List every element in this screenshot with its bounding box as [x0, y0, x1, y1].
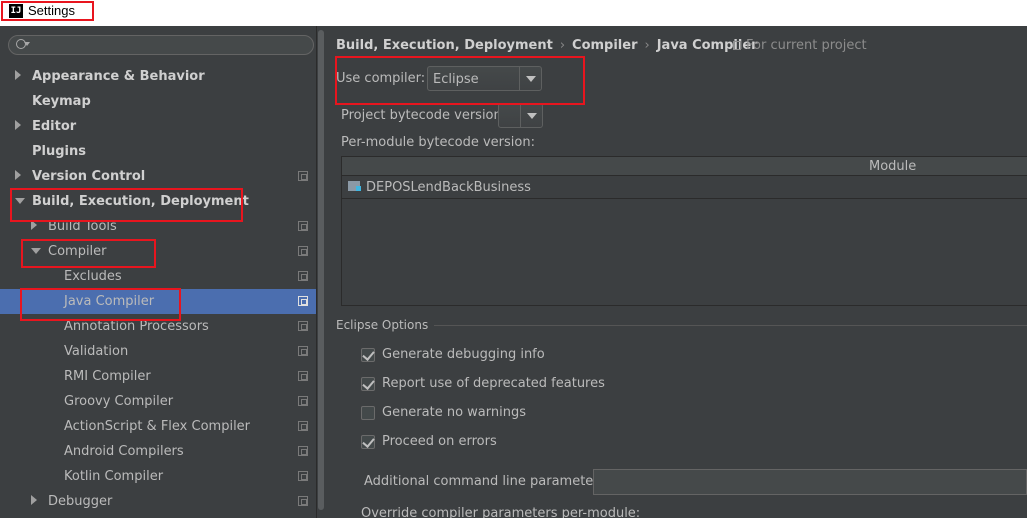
- expand-arrow-right-icon[interactable]: [31, 495, 37, 505]
- project-scope-icon: [733, 41, 741, 50]
- checkbox[interactable]: [361, 377, 375, 391]
- sidebar-item-label: Android Compilers: [64, 444, 184, 459]
- additional-params-label: Additional command line parameters:: [364, 474, 610, 489]
- sidebar-item-label: Groovy Compiler: [64, 394, 174, 409]
- sidebar-item[interactable]: Java Compiler: [0, 289, 316, 314]
- project-scope-icon: [298, 396, 308, 406]
- checkbox-label[interactable]: Report use of deprecated features: [382, 376, 605, 391]
- column-header-module[interactable]: Module: [869, 159, 916, 174]
- sidebar-item[interactable]: Compiler: [0, 239, 316, 264]
- sidebar-item[interactable]: Annotation Processors: [0, 314, 316, 339]
- checkbox[interactable]: [361, 435, 375, 449]
- sidebar-item[interactable]: Excludes: [0, 264, 316, 289]
- additional-params-input[interactable]: [593, 469, 1027, 495]
- search-input[interactable]: [8, 35, 314, 55]
- sidebar-item-label: Appearance & Behavior: [32, 69, 205, 84]
- section-divider: [336, 325, 1027, 326]
- sidebar-item-label: Validation: [64, 344, 129, 359]
- sidebar-item-label: Keymap: [32, 94, 91, 109]
- use-compiler-label: Use compiler:: [336, 71, 426, 86]
- search-icon: [16, 39, 30, 49]
- checkbox[interactable]: [361, 406, 375, 420]
- chevron-down-icon[interactable]: [520, 104, 542, 127]
- project-scope-icon: [298, 171, 308, 181]
- project-scope-icon: [298, 346, 308, 356]
- table-header: Module: [342, 157, 1027, 176]
- window-title: Settings: [28, 3, 75, 18]
- per-module-label: Per-module bytecode version:: [341, 135, 535, 150]
- settings-content: Build, Execution, Deployment › Compiler › Ja…: [327, 26, 1027, 518]
- scope-text: For current project: [746, 38, 867, 53]
- override-params-label: Override compiler parameters per-module:: [361, 506, 641, 518]
- project-scope-icon: [298, 221, 308, 231]
- checkbox-label[interactable]: Generate no warnings: [382, 405, 526, 420]
- use-compiler-select[interactable]: Eclipse: [427, 66, 542, 91]
- chevron-down-icon[interactable]: [519, 67, 541, 90]
- use-compiler-value: Eclipse: [433, 72, 479, 87]
- sidebar-scrollbar-thumb[interactable]: [318, 30, 324, 510]
- checkbox-label[interactable]: Proceed on errors: [382, 434, 497, 449]
- per-module-table[interactable]: Module DEPOSLendBackBusiness: [341, 156, 1027, 306]
- window-titlebar: IJ Settings: [0, 0, 1027, 26]
- sidebar-item-label: ActionScript & Flex Compiler: [64, 419, 251, 434]
- project-scope-icon: [298, 446, 308, 456]
- sidebar-item-label: Debugger: [48, 494, 113, 509]
- sidebar-item[interactable]: Appearance & Behavior: [0, 64, 316, 89]
- intellij-icon: IJ: [9, 4, 23, 18]
- sidebar-item-label: Editor: [32, 119, 77, 134]
- sidebar-item[interactable]: ActionScript & Flex Compiler: [0, 414, 316, 439]
- sidebar-item[interactable]: Editor: [0, 114, 316, 139]
- project-scope-icon: [298, 421, 308, 431]
- project-scope-icon: [298, 471, 308, 481]
- scope-label: For current project: [733, 38, 867, 53]
- sidebar-item[interactable]: Build, Execution, Deployment: [0, 189, 316, 214]
- project-scope-icon: [298, 296, 308, 306]
- sidebar-item-label: Version Control: [32, 169, 146, 184]
- checkbox[interactable]: [361, 348, 375, 362]
- sidebar-item[interactable]: Android Compilers: [0, 439, 316, 464]
- breadcrumb-item: Compiler: [572, 38, 638, 53]
- bytecode-version-label: Project bytecode version:: [341, 108, 507, 123]
- project-scope-icon: [298, 496, 308, 506]
- project-scope-icon: [298, 246, 308, 256]
- project-scope-icon: [298, 371, 308, 381]
- sidebar-item[interactable]: Groovy Compiler: [0, 389, 316, 414]
- sidebar-item[interactable]: Kotlin Compiler: [0, 464, 316, 489]
- expand-arrow-right-icon[interactable]: [15, 70, 21, 80]
- sidebar-item-label: Annotation Processors: [64, 319, 209, 334]
- sidebar-item-label: Excludes: [64, 269, 122, 284]
- bytecode-version-select[interactable]: [498, 103, 543, 128]
- sidebar-item[interactable]: Version Control: [0, 164, 316, 189]
- sidebar-item-label: Build Tools: [48, 219, 117, 234]
- breadcrumb-item: Build, Execution, Deployment: [336, 38, 553, 53]
- sidebar-item-label: Plugins: [32, 144, 86, 159]
- expand-arrow-right-icon[interactable]: [31, 220, 37, 230]
- sidebar-item-label: RMI Compiler: [64, 369, 151, 384]
- project-scope-icon: [298, 271, 308, 281]
- checkbox-label[interactable]: Generate debugging info: [382, 347, 545, 362]
- sidebar-item[interactable]: Keymap: [0, 89, 316, 114]
- expand-arrow-down-icon[interactable]: [31, 248, 41, 254]
- sidebar-item[interactable]: RMI Compiler: [0, 364, 316, 389]
- sidebar-item[interactable]: Plugins: [0, 139, 316, 164]
- sidebar-item-label: Kotlin Compiler: [64, 469, 164, 484]
- settings-sidebar: Appearance & Behavior Keymap Editor Plugins…: [0, 26, 316, 518]
- module-folder-icon: [348, 181, 361, 191]
- sidebar-item-label: Build, Execution, Deployment: [32, 194, 249, 209]
- module-name: DEPOSLendBackBusiness: [366, 180, 531, 195]
- expand-arrow-right-icon[interactable]: [15, 120, 21, 130]
- project-scope-icon: [298, 321, 308, 331]
- sidebar-item[interactable]: Debugger: [0, 489, 316, 514]
- sidebar-item[interactable]: Build Tools: [0, 214, 316, 239]
- table-row[interactable]: DEPOSLendBackBusiness: [342, 176, 1027, 199]
- sidebar-item[interactable]: Validation: [0, 339, 316, 364]
- sidebar-item-label: Compiler: [48, 244, 107, 259]
- eclipse-options-title: Eclipse Options: [336, 318, 435, 332]
- breadcrumb: Build, Execution, Deployment › Compiler › Ja…: [336, 38, 758, 53]
- expand-arrow-right-icon[interactable]: [15, 170, 21, 180]
- expand-arrow-down-icon[interactable]: [15, 198, 25, 204]
- sidebar-item-label: Java Compiler: [64, 294, 155, 309]
